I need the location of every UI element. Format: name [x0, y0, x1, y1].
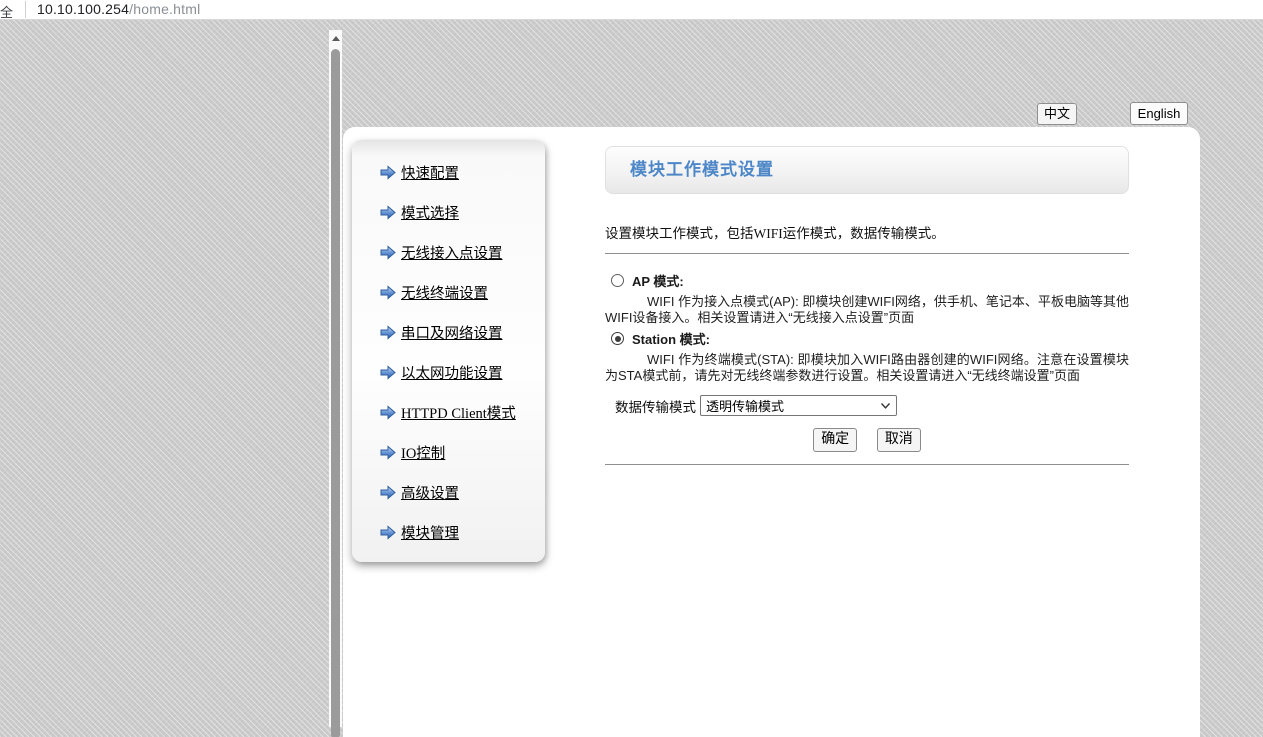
sidebar-link[interactable]: 高级设置 — [401, 482, 459, 503]
arrow-right-icon — [380, 165, 396, 180]
transfer-mode-select[interactable]: 透明传输模式 — [700, 395, 897, 416]
arrow-right-icon — [380, 525, 396, 540]
page-background: 中文 English — [0, 20, 1263, 737]
scroll-up-arrow-icon[interactable] — [329, 30, 342, 46]
scrollbar-thumb[interactable] — [331, 49, 340, 737]
arrow-right-icon — [380, 485, 396, 500]
page-title: 模块工作模式设置 — [606, 147, 1128, 193]
arrow-right-icon — [380, 405, 396, 420]
arrow-right-icon — [380, 285, 396, 300]
arrow-right-icon — [380, 205, 396, 220]
screen: 全 10.10.100.254/home.html 中文 English — [0, 0, 1263, 737]
sidebar-link[interactable]: 模式选择 — [401, 202, 459, 223]
sidebar-link[interactable]: 串口及网络设置 — [401, 322, 503, 343]
sidebar-link[interactable]: IO控制 — [401, 442, 445, 463]
station-mode-description: WIFI 作为终端模式(STA): 即模块加入WIFI路由器创建的WIFI网络。… — [605, 352, 1129, 384]
transfer-mode-label: 数据传输模式 — [615, 396, 700, 416]
intro-text: 设置模块工作模式，包括WIFI运作模式，数据传输模式。 — [605, 222, 1129, 242]
url-host: 10.10.100.254 — [37, 1, 129, 17]
sidebar-link[interactable]: 无线终端设置 — [401, 282, 488, 303]
url-path: /home.html — [129, 1, 200, 17]
content-area: 模块工作模式设置 设置模块工作模式，包括WIFI运作模式，数据传输模式。 AP … — [605, 146, 1129, 465]
sidebar-menu-item[interactable]: 无线终端设置 — [352, 272, 545, 312]
action-button-row: 确定 取消 — [605, 428, 1129, 452]
sidebar-menu-item[interactable]: IO控制 — [352, 432, 545, 472]
station-mode-label: Station 模式: — [632, 329, 710, 348]
arrow-right-icon — [380, 445, 396, 460]
sidebar-link[interactable]: 模块管理 — [401, 522, 459, 543]
browser-address-bar[interactable]: 全 10.10.100.254/home.html — [0, 0, 1263, 20]
station-mode-radio[interactable] — [611, 332, 624, 345]
separator-bottom — [605, 464, 1129, 465]
sidebar-link[interactable]: 以太网功能设置 — [401, 362, 503, 383]
language-button-english[interactable]: English — [1130, 102, 1188, 125]
sidebar-menu-item[interactable]: 以太网功能设置 — [352, 352, 545, 392]
ok-button[interactable]: 确定 — [813, 428, 857, 452]
arrow-right-icon — [380, 365, 396, 380]
page-title-box: 模块工作模式设置 — [605, 146, 1129, 194]
station-mode-row: Station 模式: — [605, 329, 1129, 348]
sidebar-menu-item[interactable]: 无线接入点设置 — [352, 232, 545, 272]
ap-mode-row: AP 模式: — [605, 271, 1129, 290]
arrow-right-icon — [380, 245, 396, 260]
ap-mode-label: AP 模式: — [632, 271, 684, 290]
separator-top — [605, 253, 1129, 254]
url-text[interactable]: 10.10.100.254/home.html — [37, 1, 200, 17]
cancel-button[interactable]: 取消 — [877, 428, 921, 452]
sidebar-menu-item[interactable]: HTTPD Client模式 — [352, 392, 545, 432]
transfer-mode-selected-value: 透明传输模式 — [701, 396, 784, 415]
arrow-right-icon — [380, 325, 396, 340]
chevron-down-icon — [881, 403, 890, 409]
sidebar-menu-item[interactable]: 模块管理 — [352, 512, 545, 552]
main-panel: 快速配置 — [343, 127, 1200, 737]
security-indicator-label: 全 — [0, 2, 13, 21]
language-button-chinese[interactable]: 中文 — [1037, 103, 1077, 125]
sidebar-menu-item[interactable]: 高级设置 — [352, 472, 545, 512]
address-bar-divider — [25, 1, 26, 18]
sidebar-link[interactable]: 快速配置 — [401, 162, 459, 183]
sidebar-link[interactable]: HTTPD Client模式 — [401, 402, 516, 423]
sidebar-menu-item[interactable]: 串口及网络设置 — [352, 312, 545, 352]
left-frame-scrollbar[interactable] — [329, 30, 342, 727]
ap-mode-radio[interactable] — [611, 274, 624, 287]
sidebar-menu-item[interactable]: 快速配置 — [352, 152, 545, 192]
ap-mode-description: WIFI 作为接入点模式(AP): 即模块创建WIFI网络，供手机、笔记本、平板… — [605, 294, 1129, 326]
sidebar-menu-item[interactable]: 模式选择 — [352, 192, 545, 232]
sidebar-link[interactable]: 无线接入点设置 — [401, 242, 503, 263]
sidebar-menu: 快速配置 — [352, 140, 545, 562]
transfer-mode-row: 数据传输模式 透明传输模式 — [605, 395, 1129, 416]
